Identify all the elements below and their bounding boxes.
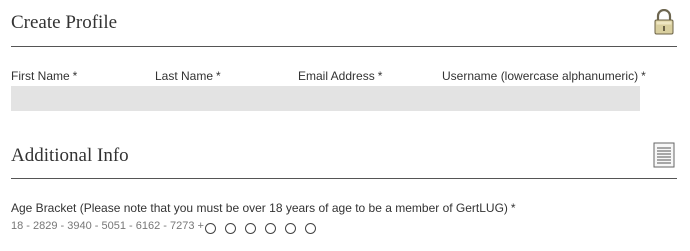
last-name-label: Last Name * xyxy=(155,69,221,83)
first-name-label: First Name * xyxy=(11,69,78,83)
document-icon xyxy=(653,142,675,168)
age-bracket-options: 18 - 2829 - 3940 - 5051 - 6162 - 7273 + xyxy=(11,220,316,234)
age-radio-62-72[interactable] xyxy=(284,222,296,234)
age-radio-40-50[interactable] xyxy=(244,222,256,234)
age-radio-73-plus[interactable] xyxy=(304,222,316,234)
age-radio-51-61[interactable] xyxy=(264,222,276,234)
lock-icon xyxy=(653,8,675,35)
profile-fields-row xyxy=(11,86,640,111)
create-profile-title: Create Profile xyxy=(11,12,118,33)
last-name-input[interactable] xyxy=(155,86,298,111)
email-address-input[interactable] xyxy=(298,86,442,111)
age-bracket-label: Age Bracket (Please note that you must b… xyxy=(11,201,516,215)
additional-info-title: Additional Info xyxy=(11,145,129,166)
age-bracket-options-text: 18 - 2829 - 3940 - 5051 - 6162 - 7273 + xyxy=(11,220,204,232)
additional-info-header: Additional Info xyxy=(11,131,677,179)
create-profile-header: Create Profile xyxy=(11,0,677,47)
age-radio-29-39[interactable] xyxy=(224,222,236,234)
username-label: Username (lowercase alphanumeric) * xyxy=(442,69,646,83)
email-address-label: Email Address * xyxy=(298,69,383,83)
first-name-input[interactable] xyxy=(11,86,155,111)
age-radio-18-28[interactable] xyxy=(204,222,216,234)
username-input[interactable] xyxy=(442,86,640,111)
